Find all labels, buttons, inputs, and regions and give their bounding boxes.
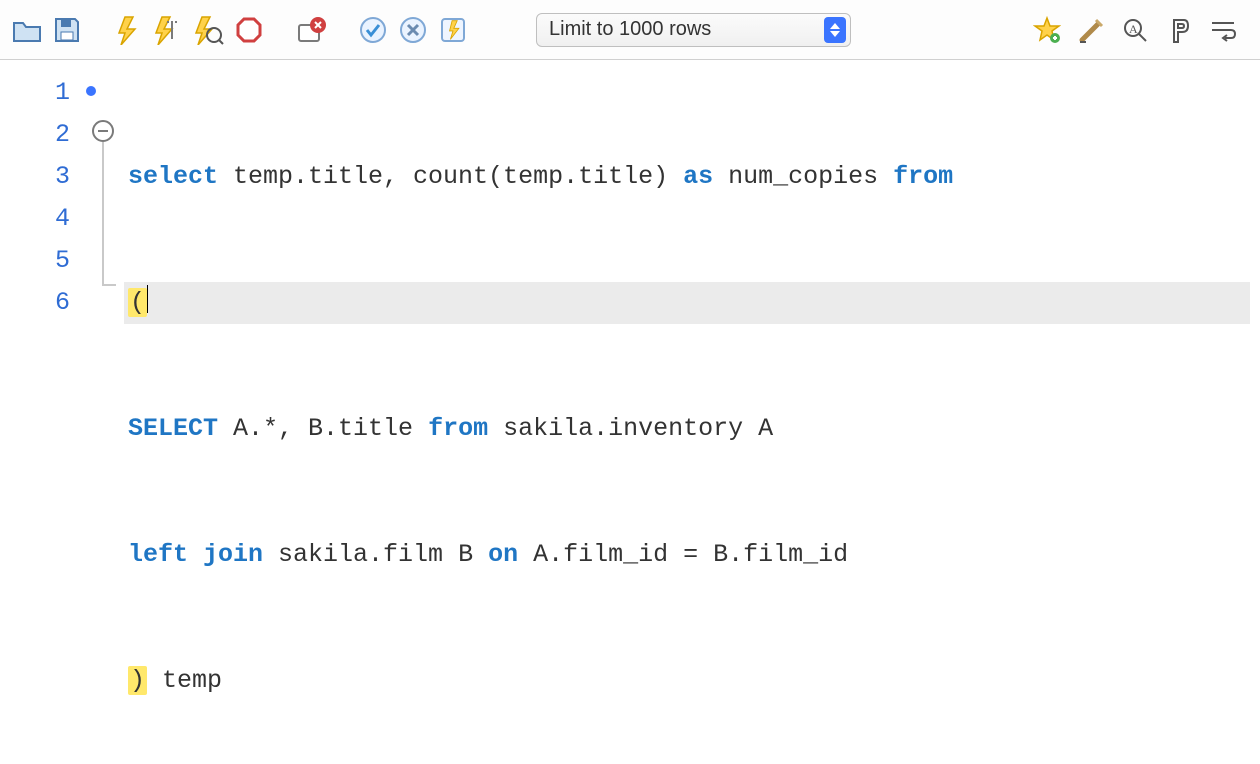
favorite-button[interactable] bbox=[1030, 13, 1064, 47]
text-caret bbox=[147, 285, 148, 313]
statement-marker-icon bbox=[86, 86, 96, 96]
fold-column bbox=[82, 60, 124, 764]
wrap-lines-button[interactable] bbox=[1206, 13, 1240, 47]
stop-on-error-button[interactable] bbox=[294, 13, 328, 47]
explain-button[interactable] bbox=[192, 13, 226, 47]
stop-button[interactable] bbox=[232, 13, 266, 47]
show-invisible-button[interactable] bbox=[1162, 13, 1196, 47]
code-area[interactable]: select temp.title, count(temp.title) as … bbox=[124, 60, 1260, 764]
svg-text:A: A bbox=[1129, 22, 1138, 36]
save-file-button[interactable] bbox=[50, 13, 84, 47]
beautify-button[interactable] bbox=[1074, 13, 1108, 47]
execute-current-button[interactable] bbox=[152, 13, 186, 47]
execute-button[interactable] bbox=[112, 13, 146, 47]
rollback-button[interactable] bbox=[396, 13, 430, 47]
find-replace-button[interactable]: A bbox=[1118, 13, 1152, 47]
commit-button[interactable] bbox=[356, 13, 390, 47]
line-gutter: 1 2 3 4 5 6 bbox=[0, 60, 82, 764]
sql-editor[interactable]: 1 2 3 4 5 6 select temp.title, count(tem… bbox=[0, 60, 1260, 764]
autocommit-button[interactable] bbox=[436, 13, 470, 47]
fold-toggle-button[interactable] bbox=[92, 120, 114, 142]
row-limit-select[interactable]: Limit to 1000 rows bbox=[536, 13, 851, 47]
row-limit-label: Limit to 1000 rows bbox=[549, 18, 711, 41]
main-toolbar: Limit to 1000 rows A bbox=[0, 0, 1260, 60]
select-arrows-icon bbox=[824, 17, 846, 43]
open-file-button[interactable] bbox=[10, 13, 44, 47]
